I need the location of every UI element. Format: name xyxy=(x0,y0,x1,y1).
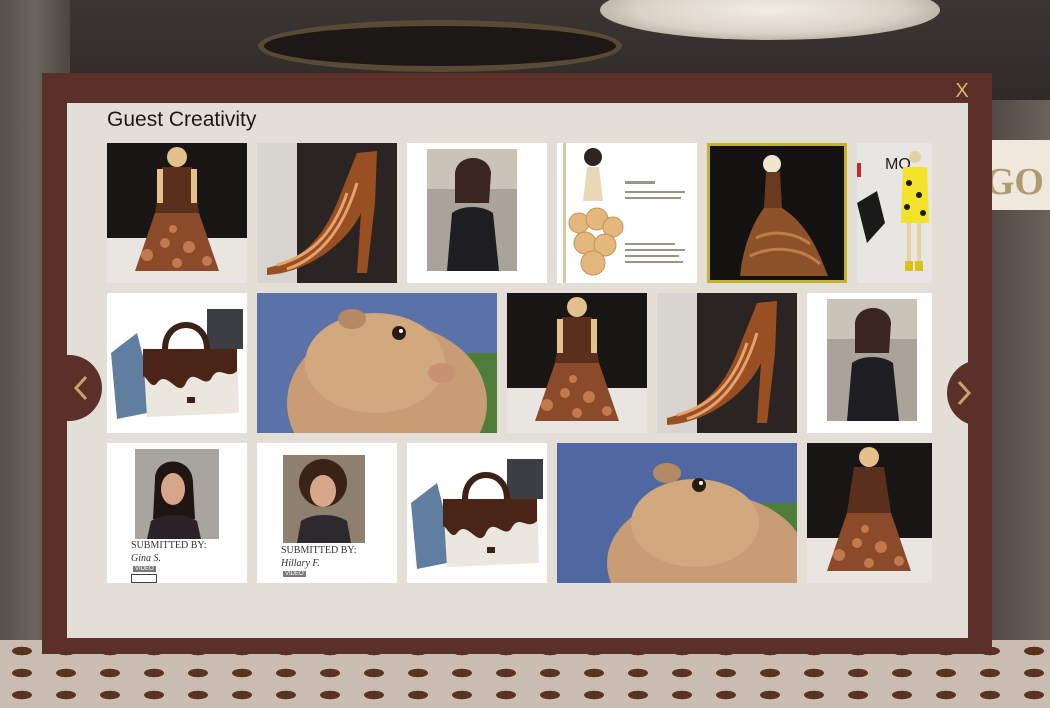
page-title: Guest Creativity xyxy=(107,108,257,131)
gallery-item-chocolate-dress-1[interactable] xyxy=(107,143,247,283)
gallery-item-video-gina[interactable]: SUBMITTED BY: Gina S. VIDEO xyxy=(107,443,247,583)
gallery-item-chocolate-handbag-1[interactable] xyxy=(107,293,247,433)
gallery-item-moschino-runway[interactable]: MO xyxy=(857,143,932,283)
play-icon xyxy=(131,574,157,583)
gallery-item-chocolate-heel-1[interactable] xyxy=(257,143,397,283)
submitted-by-label: SUBMITTED BY: xyxy=(131,540,207,551)
gallery-item-dress-sketch[interactable] xyxy=(557,143,697,283)
gallery-item-chocolate-heel-2[interactable] xyxy=(657,293,797,433)
video-badge: VIDEO xyxy=(133,566,156,572)
gallery-item-chocolate-handbag-2[interactable] xyxy=(407,443,547,583)
gallery-item-chocolate-dress-3[interactable] xyxy=(807,443,932,583)
chocolate-handbag-image xyxy=(407,443,547,583)
chocolate-heel-image xyxy=(257,143,397,283)
chocolate-gown-image xyxy=(710,146,844,280)
chocolate-dress-image xyxy=(807,443,932,583)
video-badge: VIDEO xyxy=(283,571,306,577)
chocolate-dress-image xyxy=(507,293,647,433)
dramatic-chipmunk-image xyxy=(257,293,497,433)
chocolate-heel-image xyxy=(657,293,797,433)
gallery-item-video-woman-1[interactable] xyxy=(407,143,547,283)
gallery-item-chipmunk-2[interactable] xyxy=(557,443,797,583)
chevron-left-icon xyxy=(73,375,88,401)
moschino-runway-image: MO xyxy=(857,143,932,283)
woman-video-image xyxy=(807,293,932,433)
close-button[interactable]: X xyxy=(950,79,974,103)
gallery-item-chipmunk-1[interactable] xyxy=(257,293,497,433)
dress-sketch-image xyxy=(557,143,697,283)
woman-portrait-image xyxy=(107,443,247,583)
chevron-right-icon xyxy=(957,380,971,406)
gallery-item-chocolate-dress-2[interactable] xyxy=(507,293,647,433)
gallery-item-video-woman-2[interactable] xyxy=(807,293,932,433)
gallery-item-chocolate-gown-selected[interactable] xyxy=(707,143,847,283)
woman-portrait-curly-image xyxy=(257,443,397,583)
woman-video-image xyxy=(407,143,547,283)
chocolate-handbag-image xyxy=(107,293,247,433)
chocolate-dress-image xyxy=(107,143,247,283)
submitter-name: Gina S. xyxy=(131,553,161,564)
gallery-grid: MO SUBMITTED BY: Gina S. VIDEO SUBMITTED… xyxy=(107,143,932,583)
submitted-by-label: SUBMITTED BY: xyxy=(281,545,357,556)
submitter-name: Hillary F. xyxy=(281,558,320,569)
background-sign-text: GO xyxy=(984,161,1044,203)
chandelier-ring xyxy=(258,20,622,72)
gallery-item-video-hillary[interactable]: SUBMITTED BY: Hillary F. VIDEO xyxy=(257,443,397,583)
dramatic-chipmunk-image xyxy=(557,443,797,583)
